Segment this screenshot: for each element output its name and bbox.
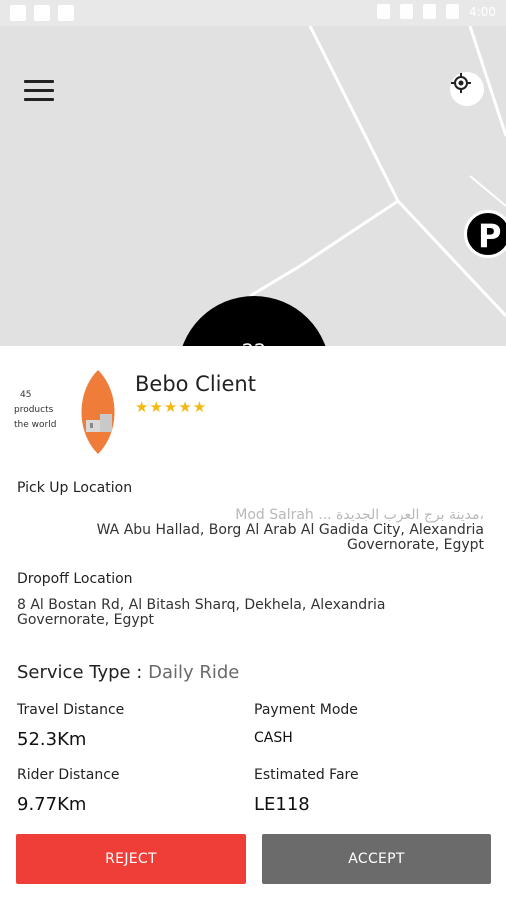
- rider-distance-label: Rider Distance: [17, 767, 120, 783]
- payment-mode-value: CASH: [254, 730, 293, 746]
- marker-letter: P: [478, 217, 502, 255]
- payment-mode-label: Payment Mode: [254, 702, 358, 718]
- estimated-fare-label: Estimated Fare: [254, 767, 359, 783]
- client-avatar: 45 products the world: [14, 370, 120, 456]
- rider-distance-value: 9.77Km: [17, 794, 87, 815]
- service-type-label: Service Type :: [17, 662, 149, 683]
- pickup-address: Mod Salrah ... مدينة برج العرب الجديدة، …: [96, 507, 484, 553]
- accept-button[interactable]: ACCEPT: [262, 834, 491, 884]
- avatar-text: 45 products the world: [14, 390, 57, 430]
- battery-icon: [446, 4, 460, 19]
- status-time: 4:00: [469, 4, 496, 19]
- travel-distance-label: Travel Distance: [17, 702, 125, 718]
- menu-icon: [24, 89, 54, 92]
- status-bar: 4:00: [0, 0, 506, 26]
- dropoff-label: Dropoff Location: [17, 571, 133, 587]
- pickup-label: Pick Up Location: [17, 480, 133, 496]
- menu-icon: [24, 98, 54, 101]
- menu-icon: [24, 80, 54, 83]
- crosshair-icon: [451, 73, 471, 93]
- pickup-marker[interactable]: P: [464, 210, 506, 258]
- location-status-icon: [377, 4, 391, 19]
- signal-icon: [423, 4, 437, 19]
- wifi-icon: [400, 4, 414, 19]
- client-rating: ★★★★★: [135, 398, 208, 416]
- notification-icons: [10, 5, 74, 21]
- notification-icon: [10, 5, 26, 21]
- travel-distance-value: 52.3Km: [17, 729, 87, 750]
- my-location-button[interactable]: [450, 72, 484, 106]
- reject-button[interactable]: REJECT: [16, 834, 246, 884]
- gallery-icon: [58, 5, 74, 21]
- map-view[interactable]: P 22: [0, 26, 506, 346]
- dropoff-address: 8 Al Bostan Rd, Al Bitash Sharq, Dekhela…: [17, 597, 386, 628]
- menu-button[interactable]: [24, 80, 54, 104]
- estimated-fare-value: LE118: [254, 794, 310, 815]
- notification-icon: [34, 5, 50, 21]
- client-name: Bebo Client: [135, 372, 256, 396]
- service-type-value: Daily Ride: [148, 662, 240, 683]
- system-icons: 4:00: [377, 4, 496, 19]
- avatar-image: [81, 370, 115, 454]
- service-type: Service Type : Daily Ride: [17, 662, 239, 683]
